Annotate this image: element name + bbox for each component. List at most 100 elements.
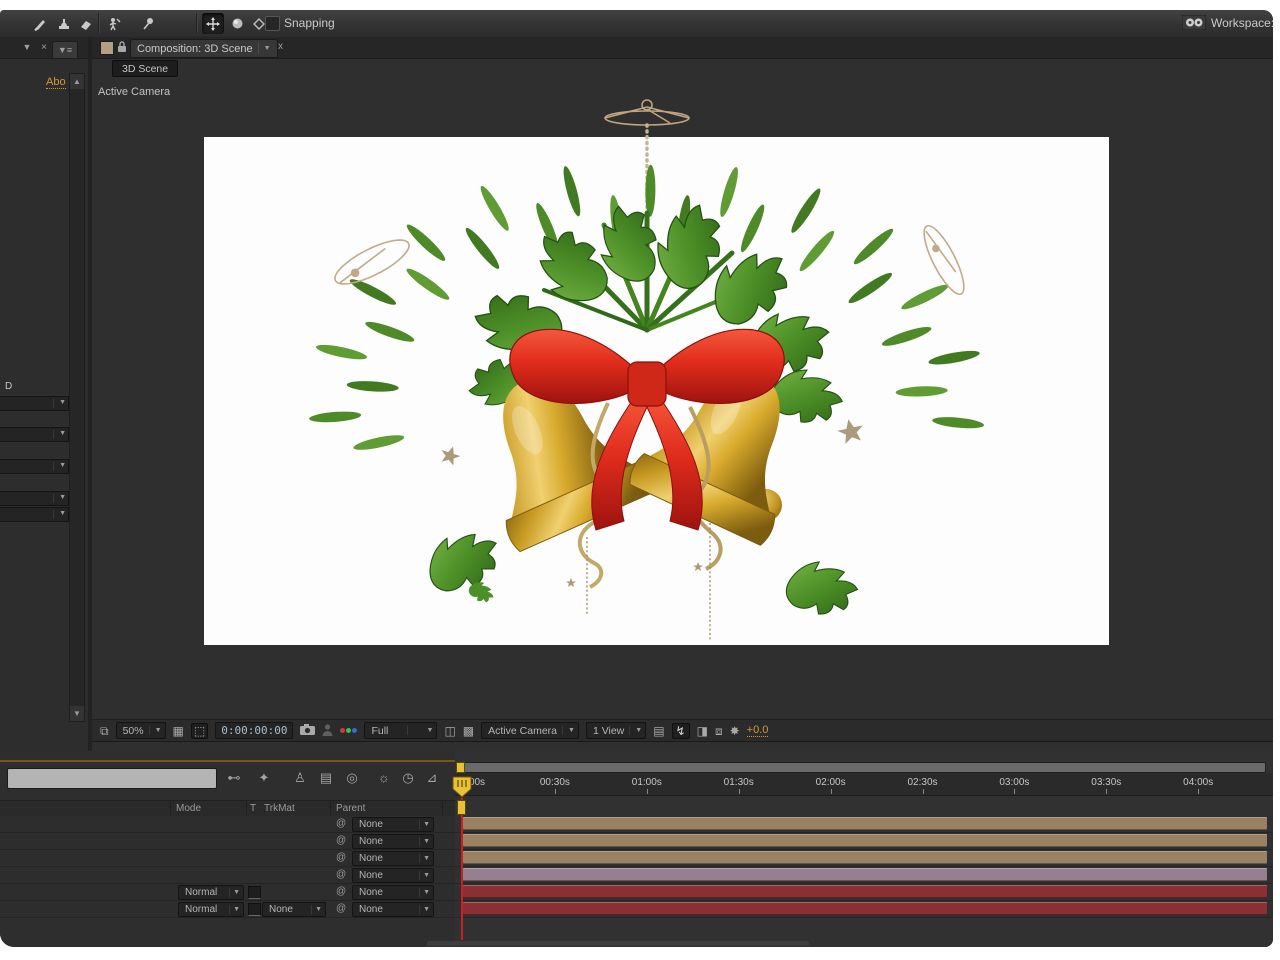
parent-pickwhip-icon[interactable]: @	[336, 852, 346, 863]
t-toggle[interactable]	[248, 886, 261, 899]
workspace-icon[interactable]	[1181, 13, 1207, 32]
panel-close-icon[interactable]: ×	[38, 40, 50, 54]
auto-keyframe-icon[interactable]: ◷	[396, 768, 420, 787]
trkmat-column-header[interactable]: TrkMat	[264, 803, 295, 814]
trkmat-dropdown[interactable]: None ▼	[262, 902, 326, 917]
magnification-dropdown[interactable]: 50% ▼	[115, 722, 166, 739]
layer-bar-row	[455, 884, 1273, 901]
layer-duration-bar[interactable]	[463, 851, 1267, 864]
panel-dropdown-icon[interactable]: ▼	[18, 40, 36, 54]
brainstorm-icon[interactable]: ☼	[372, 768, 396, 787]
grid-guides-icon[interactable]: ▦	[173, 725, 184, 737]
timeline-search-field[interactable]	[7, 768, 217, 789]
region-of-interest-icon[interactable]: ⬚	[190, 722, 209, 739]
draft-3d-icon[interactable]: ✦	[252, 768, 276, 787]
parent-pickwhip-icon[interactable]: @	[336, 869, 346, 880]
timeline-layer-row[interactable]: Normal ▼ @ None ▼	[0, 884, 455, 901]
frame-blending-icon[interactable]: ▤	[314, 768, 338, 787]
snapping-checkbox[interactable]	[265, 16, 280, 31]
show-channels-icon[interactable]	[340, 728, 358, 733]
parent-pickwhip-icon[interactable]: @	[336, 903, 346, 914]
view-layout-dropdown[interactable]: 1 View ▼	[585, 722, 647, 739]
work-area-bar[interactable]	[463, 762, 1266, 773]
layer-duration-bar[interactable]	[463, 834, 1267, 847]
parent-pickwhip-icon[interactable]: @	[336, 886, 346, 897]
composition-tab[interactable]: Composition: 3D Scene ▼	[130, 39, 278, 58]
t-toggle[interactable]	[248, 903, 261, 916]
parent-dropdown[interactable]: None ▼	[352, 817, 434, 832]
timeline-layer-row[interactable]: @ None ▼	[0, 850, 455, 867]
parent-dropdown[interactable]: None ▼	[352, 885, 434, 900]
clone-stamp-tool-button[interactable]	[54, 14, 74, 33]
effect-dropdown[interactable]: ▼	[0, 459, 69, 474]
brush-tool-button[interactable]	[30, 14, 50, 33]
exposure-value[interactable]: +0.0	[746, 724, 769, 737]
in-point-marker[interactable]	[457, 800, 466, 815]
hide-shy-layers-icon[interactable]: ♙	[288, 768, 312, 787]
parent-column-header[interactable]: Parent	[336, 803, 365, 814]
title-action-safe-icon[interactable]: ▤	[653, 725, 664, 737]
t-column-header[interactable]: T	[250, 803, 256, 814]
parent-dropdown[interactable]: None ▼	[352, 868, 434, 883]
transparency-grid-icon[interactable]: ▩	[463, 725, 474, 737]
time-ruler[interactable]: 00s 00:30s 01:00s 01:30s 02:00s 02:30s 03:00s 0…	[455, 773, 1273, 796]
flowchart-icon[interactable]: ⧉	[100, 725, 109, 737]
lock-icon[interactable]	[116, 40, 128, 59]
tab-close-icon[interactable]: x	[278, 41, 283, 52]
layer-duration-bar[interactable]	[463, 902, 1267, 915]
pixel-aspect-icon[interactable]: ◫	[444, 725, 455, 737]
parent-pickwhip-icon[interactable]: @	[336, 818, 346, 829]
effect-dropdown[interactable]: ▼	[0, 396, 69, 411]
graph-editor-icon[interactable]: ⊿	[420, 768, 444, 787]
cti-line[interactable]	[461, 798, 463, 940]
show-snapshot-icon[interactable]	[322, 723, 333, 738]
composition-viewer[interactable]	[204, 85, 1109, 660]
timeline-layer-row[interactable]: Normal ▼ None ▼ @ None ▼	[0, 901, 455, 918]
scroll-up-icon[interactable]: ▲	[70, 74, 84, 89]
left-panel-scrollbar[interactable]: ▲ ▼	[69, 73, 85, 722]
parent-pickwhip-icon[interactable]: @	[336, 835, 346, 846]
resolution-dropdown[interactable]: Full ▼	[364, 722, 438, 739]
comp-name-chip[interactable]: 3D Scene	[112, 60, 179, 77]
mini-flowchart-icon[interactable]: ⊷	[222, 768, 246, 787]
layer-duration-bar[interactable]	[463, 868, 1267, 881]
horizontal-scrollbar[interactable]	[427, 941, 809, 946]
parent-dropdown[interactable]: None ▼	[352, 902, 434, 917]
timeline-column-headers: Mode T TrkMat Parent	[0, 800, 455, 817]
effect-dropdown[interactable]: ▼	[0, 507, 69, 522]
mode-dropdown[interactable]: Normal ▼	[178, 885, 244, 900]
parent-dropdown[interactable]: None ▼	[352, 851, 434, 866]
local-axis-mode-button[interactable]	[202, 13, 224, 34]
puppet-pin-tool-button[interactable]	[138, 14, 158, 33]
parent-dropdown[interactable]: None ▼	[352, 834, 434, 849]
workspace-label[interactable]: Workspace:	[1211, 16, 1273, 30]
fast-previews-icon[interactable]: ↯	[671, 722, 690, 739]
snapshot-camera-icon[interactable]	[300, 724, 316, 737]
timeline-layer-row[interactable]: @ None ▼	[0, 816, 455, 833]
roto-brush-tool-button[interactable]	[104, 14, 124, 33]
timeline-layer-row[interactable]: @ None ▼	[0, 867, 455, 884]
motion-blur-icon[interactable]: ◎	[340, 768, 364, 787]
layer-duration-bar[interactable]	[463, 817, 1267, 830]
scroll-down-icon[interactable]: ▼	[70, 706, 84, 721]
panel-menu-icon[interactable]: ▼≡	[52, 41, 78, 58]
mode-column-header[interactable]: Mode	[176, 803, 201, 814]
timeline-panel-icon[interactable]: ◨	[697, 725, 708, 737]
eraser-tool-button[interactable]	[76, 14, 96, 33]
hanger-wireframe[interactable]	[604, 99, 690, 126]
tab-dropdown-icon[interactable]: ▼	[264, 45, 271, 52]
layer-duration-bar[interactable]	[463, 885, 1267, 898]
camera-view-dropdown[interactable]: Active Camera ▼	[481, 722, 579, 739]
work-area-start-handle[interactable]	[456, 762, 465, 773]
exposure-icon[interactable]: ✸	[730, 725, 740, 737]
effect-dropdown[interactable]: ▼	[0, 491, 69, 506]
composition-tabstrip: Composition: 3D Scene ▼ x	[92, 37, 1273, 59]
timeline-layer-row[interactable]: @ None ▼	[0, 833, 455, 850]
current-timecode[interactable]: 0:00:00:00	[215, 722, 294, 739]
comp-flowchart-icon[interactable]: ⧈	[715, 725, 723, 737]
effect-dropdown[interactable]: ▼	[0, 427, 69, 442]
world-axis-mode-button[interactable]	[226, 13, 248, 34]
current-time-indicator[interactable]	[451, 776, 473, 798]
mode-dropdown[interactable]: Normal ▼	[178, 902, 244, 917]
about-link[interactable]: Abo	[46, 76, 66, 89]
